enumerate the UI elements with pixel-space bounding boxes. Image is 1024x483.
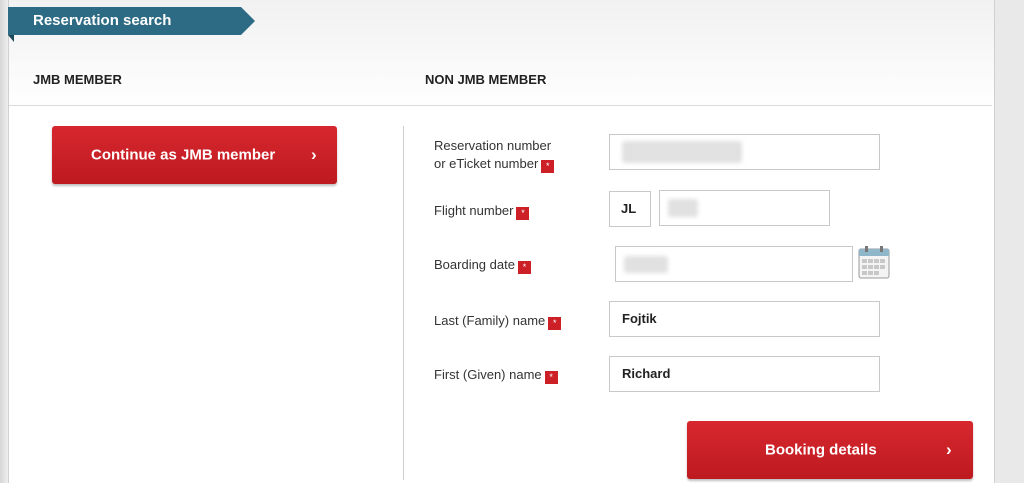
redacted-reservation-number <box>622 141 742 163</box>
required-icon: * <box>541 160 555 173</box>
first-name-label-text: First (Given) name <box>434 367 542 382</box>
last-name-label-text: Last (Family) name <box>434 313 546 328</box>
reservation-number-label: Reservation number or eTicket number * <box>434 137 555 173</box>
reservation-label-line2-text: or eTicket number <box>434 156 539 171</box>
required-icon: * <box>548 317 562 330</box>
required-icon: * <box>544 371 558 384</box>
flight-number-label-text: Flight number <box>434 203 514 218</box>
required-icon: * <box>516 207 530 220</box>
non-jmb-member-heading: NON JMB MEMBER <box>425 72 547 87</box>
chevron-right-icon: › <box>946 440 952 459</box>
redacted-flight-number <box>668 199 698 217</box>
airline-code-value: JL <box>621 201 637 216</box>
chevron-right-icon: › <box>311 145 317 164</box>
first-name-label: First (Given) name * <box>434 366 558 384</box>
page-background <box>0 0 8 483</box>
reservation-label-line2: or eTicket number * <box>434 155 555 173</box>
page-title: Reservation search <box>33 12 172 29</box>
continue-as-jmb-member-button[interactable]: Continue as JMB member › <box>52 126 337 184</box>
boarding-date-label-text: Boarding date <box>434 257 515 272</box>
last-name-value: Fojtik <box>622 311 657 326</box>
flight-number-label: Flight number * <box>434 202 530 220</box>
continue-as-jmb-member-label: Continue as JMB member <box>91 146 276 164</box>
column-divider <box>403 126 404 480</box>
jmb-member-heading: JMB MEMBER <box>33 72 122 87</box>
first-name-input[interactable]: Richard <box>609 356 880 392</box>
header-divider <box>9 105 992 106</box>
required-icon: * <box>517 261 531 274</box>
calendar-icon[interactable] <box>858 246 890 279</box>
boarding-date-label: Boarding date * <box>434 256 531 274</box>
redacted-boarding-date <box>624 256 668 273</box>
booking-details-label: Booking details <box>765 441 877 459</box>
ribbon-fold <box>8 35 14 42</box>
last-name-input[interactable]: Fojtik <box>609 301 880 337</box>
airline-code-field: JL <box>609 191 651 227</box>
first-name-value: Richard <box>622 366 671 381</box>
reservation-label-line1: Reservation number <box>434 138 552 153</box>
last-name-label: Last (Family) name * <box>434 312 562 330</box>
booking-details-button[interactable]: Booking details › <box>687 421 973 479</box>
